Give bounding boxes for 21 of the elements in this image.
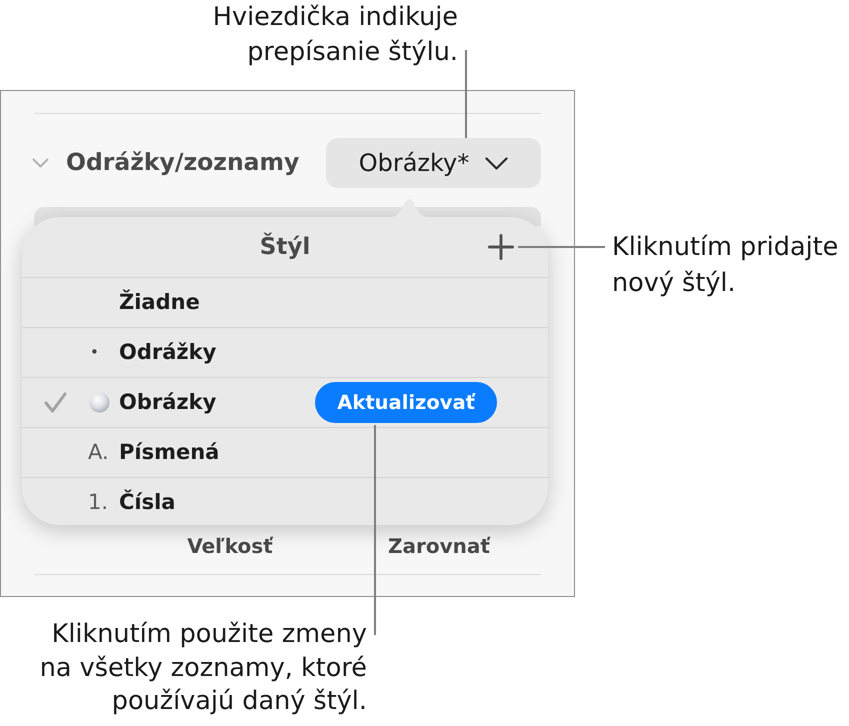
sphere-bullet-icon xyxy=(89,392,110,413)
popover-title: Štýl xyxy=(260,232,310,262)
list-marker: A. xyxy=(88,438,109,466)
update-button[interactable]: Aktualizovať xyxy=(315,382,497,423)
style-option[interactable]: Odrážky xyxy=(119,336,216,368)
control-label: Zarovnať xyxy=(388,533,490,560)
plus-icon xyxy=(488,234,514,260)
style-option[interactable]: Písmená xyxy=(119,436,220,468)
style-dropdown-button[interactable]: Obrázky* xyxy=(326,138,541,188)
style-option[interactable]: Obrázky xyxy=(119,386,216,418)
list-marker: 1. xyxy=(88,488,108,516)
callout-text: Kliknutím pridajte nový štýl. xyxy=(612,231,838,300)
chevron-down-icon xyxy=(485,156,508,170)
section-title: Odrážky/zoznamy xyxy=(66,147,300,178)
callout-text: Kliknutím použite zmeny na všetky zoznamy, ktoré používajú daný štýl. xyxy=(40,618,367,718)
callout-text: Hviezdička indikuje prepísanie štýlu. xyxy=(212,1,458,69)
control-label: Veľkosť xyxy=(187,533,273,560)
style-option[interactable]: Žiadne xyxy=(119,286,200,318)
bullet-marker: • xyxy=(90,345,99,360)
style-option[interactable]: Čísla xyxy=(119,486,176,518)
add-style-button[interactable] xyxy=(486,232,516,262)
